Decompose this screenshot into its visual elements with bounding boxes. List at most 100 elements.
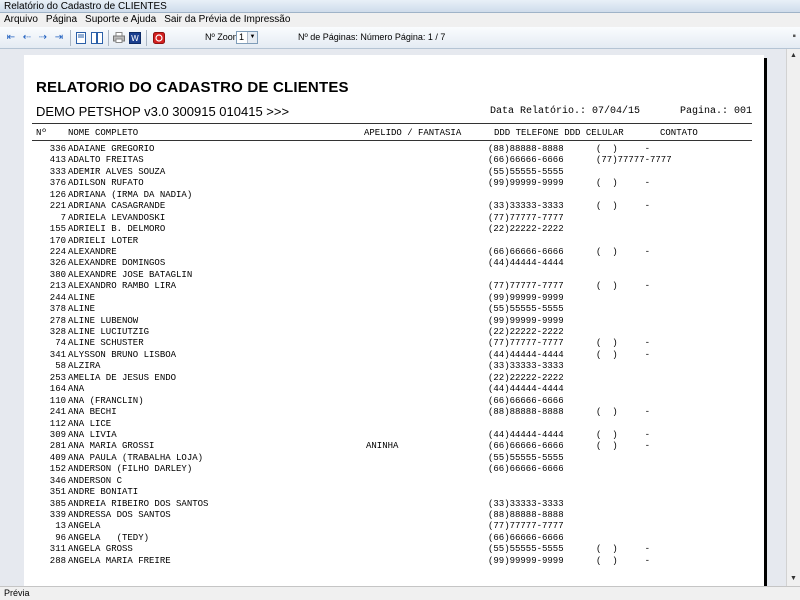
scroll-up-icon[interactable]: ▲	[787, 49, 800, 63]
client-name: ANDRESSA DOS SANTOS	[68, 510, 171, 520]
client-name: ANGELA MARIA FREIRE	[68, 555, 171, 566]
client-name: ANDERSON C	[68, 475, 123, 486]
table-row: 244 ALINE (99)99999-9999	[24, 293, 764, 304]
client-phone: (22)22222-2222	[488, 327, 564, 337]
client-name: AMELIA DE JESUS ENDO	[68, 372, 177, 383]
table-row: 288 ANGELA MARIA FREIRE (99)99999-9999 ( ) …	[24, 556, 764, 567]
table-row: 221 ADRIANA CASAGRANDE (33)33333-3333 ( ) -	[24, 201, 764, 212]
table-row: 336 ADAIANE GREGORIO (88)88888-8888 ( ) -	[24, 144, 764, 155]
client-id: 224	[49, 246, 66, 257]
client-phone: (66)66666-6666	[488, 464, 564, 475]
menu-sair-previa[interactable]: Sair da Prévia de Impressão	[160, 13, 294, 27]
client-name: ALEXANDRE JOSE BATAGLIN	[68, 269, 193, 280]
col-contato-header: CONTATO	[660, 128, 698, 138]
table-row: 341 ALYSSON BRUNO LISBOA (44)44444-4444 ( )…	[24, 350, 764, 361]
client-phone: (44)44444-4444	[488, 429, 564, 440]
menu-pagina[interactable]: Página	[42, 13, 81, 27]
client-phone: (44)44444-4444	[488, 258, 564, 269]
client-id: 351	[49, 487, 66, 498]
table-row: 413 ADALTO FREITAS (66)66666-6666 (77)77777…	[24, 155, 764, 166]
client-name: ALZIRA	[68, 361, 101, 372]
toolbar-grip-icon: ▪	[792, 31, 796, 42]
client-id: 110	[49, 395, 66, 406]
zoom-label: Nº Zoom	[205, 32, 241, 42]
client-name: ANA MARIA GROSSI	[68, 441, 155, 452]
client-name: ADAIANE GREGORIO	[68, 144, 155, 154]
client-mobile: ( ) -	[596, 555, 651, 566]
client-name: ALINE	[68, 304, 96, 315]
word-export-icon[interactable]: W	[128, 31, 142, 44]
two-pages-icon[interactable]	[90, 31, 104, 44]
client-id: 328	[49, 327, 66, 337]
vertical-scrollbar[interactable]: ▲ ▼	[786, 49, 800, 586]
client-phone: (77)77777-7777	[488, 281, 564, 292]
client-name: ANA PAULA (TRABALHA LOJA)	[68, 452, 204, 463]
client-name: ANDREIA RIBEIRO DOS SANTOS	[68, 498, 209, 509]
client-phone: (88)88888-8888	[488, 510, 564, 520]
menu-arquivo[interactable]: Arquivo	[0, 13, 42, 27]
client-apelido: ANINHA	[366, 441, 399, 452]
report-rows: 336 ADAIANE GREGORIO (88)88888-8888( ) -41…	[24, 144, 764, 567]
client-phone: (44)44444-4444	[488, 349, 564, 360]
table-row: 409 ANA PAULA (TRABALHA LOJA) (55)55555-55…	[24, 453, 764, 464]
next-page-icon[interactable]: ⇢	[36, 31, 50, 44]
pdf-export-icon[interactable]	[152, 31, 166, 44]
status-text: Prévia	[4, 588, 30, 598]
client-name: ADRIANA CASAGRANDE	[68, 201, 166, 212]
client-mobile: ( ) -	[596, 429, 651, 440]
zoom-select[interactable]: 1 ▼	[236, 31, 258, 44]
chevron-down-icon[interactable]: ▼	[247, 32, 257, 43]
client-phone: (44)44444-4444	[488, 384, 564, 395]
table-row: 278 ALINE LUBENOW (99)99999-9999	[24, 316, 764, 327]
client-name: ALINE LUBENOW	[68, 315, 139, 326]
table-row: 224 ALEXANDRE (66)66666-6666 ( ) -	[24, 247, 764, 258]
client-name: ANA	[68, 384, 85, 395]
table-row: 328 ALINE LUCIUTZIG (22)22222-2222	[24, 327, 764, 338]
client-name: ADALTO FREITAS	[68, 155, 144, 166]
prev-page-icon[interactable]: ⇠	[20, 31, 34, 44]
client-name: ANA LICE	[68, 418, 112, 429]
client-name: ADRIELI B. DELMORO	[68, 224, 166, 235]
table-row: 164 ANA (44)44444-4444	[24, 384, 764, 395]
table-row: 110 ANA (FRANCLIN) (66)66666-6666	[24, 396, 764, 407]
client-id: 244	[49, 292, 66, 303]
client-name: ANA LIVIA	[68, 429, 117, 440]
client-id: 413	[49, 155, 66, 166]
first-page-icon[interactable]: ⇤	[4, 31, 18, 44]
client-mobile: ( ) -	[596, 281, 651, 292]
report-page-number: Pagina.: 001	[680, 106, 753, 117]
client-phone: (55)55555-5555	[488, 452, 564, 463]
client-phone: (88)88888-8888	[488, 144, 564, 154]
last-page-icon[interactable]: ⇥	[52, 31, 66, 44]
print-icon[interactable]	[112, 31, 126, 44]
menu-suporte-ajuda[interactable]: Suporte e Ajuda	[81, 13, 160, 27]
scroll-down-icon[interactable]: ▼	[787, 572, 800, 586]
client-name: ADEMIR ALVES SOUZA	[68, 166, 166, 177]
client-id: 7	[60, 212, 66, 223]
client-mobile: ( ) -	[596, 144, 651, 154]
header-divider	[32, 123, 752, 124]
toolbar-separator	[146, 30, 147, 46]
client-phone: (66)66666-6666	[488, 532, 564, 543]
report-page: RELATORIO DO CADASTRO DE CLIENTES DEMO P…	[24, 55, 764, 586]
client-phone: (88)88888-8888	[488, 407, 564, 418]
client-name: ADRIELA LEVANDOSKI	[68, 212, 166, 223]
client-id: 253	[49, 372, 66, 383]
single-page-icon[interactable]	[74, 31, 88, 44]
client-id: 333	[49, 166, 66, 177]
table-row: 7 ADRIELA LEVANDOSKI (77)77777-7777	[24, 213, 764, 224]
svg-text:W: W	[131, 34, 139, 43]
client-id: 378	[49, 304, 66, 315]
client-name: ALEXANDRE DOMINGOS	[68, 258, 166, 269]
table-row: 281 ANA MARIA GROSSI ANINHA (66)66666-6666 (…	[24, 441, 764, 452]
client-id: 311	[49, 544, 66, 555]
table-row: 376 ADILSON RUFATO (99)99999-9999 ( ) -	[24, 178, 764, 189]
zoom-value: 1	[239, 32, 245, 42]
client-id: 309	[49, 429, 66, 440]
col-num-header: Nº	[36, 128, 47, 138]
report-subtitle: DEMO PETSHOP v3.0 300915 010415 >>>	[36, 104, 290, 119]
report-preview-area[interactable]: RELATORIO DO CADASTRO DE CLIENTES DEMO P…	[0, 49, 800, 586]
table-row: 326 ALEXANDRE DOMINGOS (44)44444-4444	[24, 258, 764, 269]
client-phone: (66)66666-6666	[488, 246, 564, 257]
client-phone: (33)33333-3333	[488, 201, 564, 212]
